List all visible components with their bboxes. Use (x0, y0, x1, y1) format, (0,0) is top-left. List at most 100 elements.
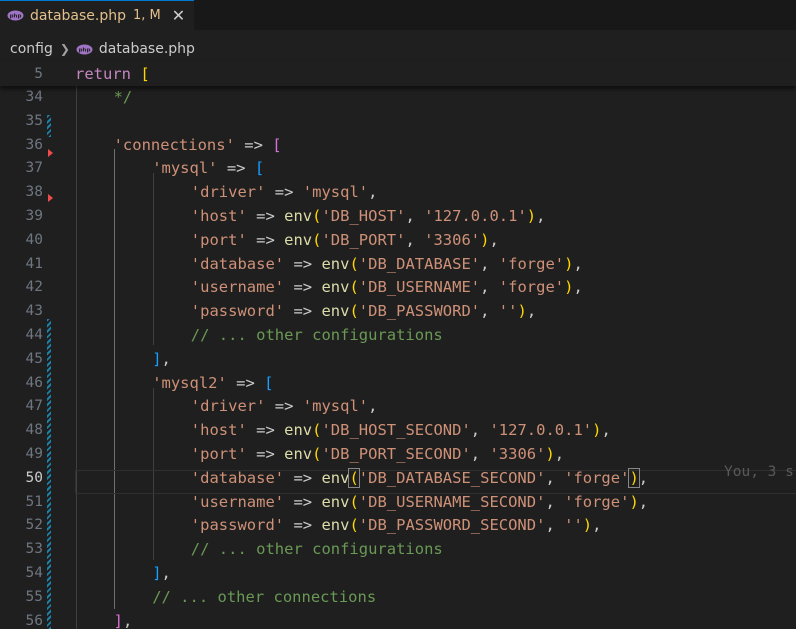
code-token: ] (152, 564, 162, 582)
code-line[interactable]: 38 'driver' => 'mysql', (0, 180, 796, 204)
code-token: 'DB_HOST' (321, 207, 406, 225)
code-token: , (592, 516, 602, 535)
code-token: , (545, 492, 565, 511)
line-number: 56 (25, 612, 43, 629)
code-line[interactable]: 35 (0, 109, 796, 133)
code-token: 'forge' (498, 278, 565, 297)
code-line[interactable]: 49 'port' => env('DB_PORT_SECOND', '3306'… (0, 442, 796, 466)
code-token: '' (498, 302, 518, 321)
line-number: 46 (25, 374, 43, 391)
close-icon[interactable]: ✕ (172, 6, 185, 25)
code-line[interactable]: 53 // ... other configurations (0, 537, 796, 561)
code-line[interactable]: 52 'password' => env('DB_PASSWORD_SECOND'… (0, 513, 796, 537)
tab-filename: database.php (30, 7, 127, 24)
chevron-right-icon: ❯ (59, 42, 70, 56)
code-token: => (246, 445, 285, 463)
code-token: => (234, 135, 273, 154)
code-line[interactable]: 50 'database' => env('DB_DATABASE_SECOND'… (0, 466, 796, 490)
breadcrumb: config ❯ php database.php (0, 36, 796, 62)
code-token: 'DB_PORT_SECOND' (321, 445, 471, 463)
line-number: 5 (34, 66, 43, 82)
code-token: , (526, 302, 537, 321)
code-token: 'connections' (113, 135, 235, 154)
breadcrumb-folder[interactable]: config (10, 41, 53, 57)
code-token: , (480, 278, 499, 297)
svg-text:php: php (10, 14, 22, 20)
code-token: 'driver' (190, 183, 266, 202)
code-token: 'DB_DATABASE_SECOND' (358, 468, 546, 487)
code-token: 'DB_DATABASE' (358, 254, 481, 273)
sticky-scroll-line[interactable]: 5 return [ (0, 62, 796, 86)
code-text: 'host' => env('DB_HOST', '127.0.0.1'), (191, 204, 546, 228)
code-token: ] (152, 349, 162, 368)
code-token: , (368, 183, 378, 202)
line-number: 42 (25, 279, 43, 296)
code-line[interactable]: 54], (0, 561, 796, 585)
line-number: 38 (25, 184, 43, 201)
code-token: , (480, 254, 499, 273)
line-number: 52 (25, 517, 43, 534)
code-token: 'username' (190, 278, 285, 297)
line-number: 39 (25, 208, 43, 224)
git-blame-annotation: You, 3 s (724, 464, 794, 480)
code-text: 'username' => env('DB_USERNAME_SECOND', … (191, 490, 648, 514)
code-text: return [ (75, 62, 150, 86)
code-line[interactable]: 39 'host' => env('DB_HOST', '127.0.0.1'), (0, 204, 796, 228)
code-token: ) (629, 492, 639, 511)
code-token: , (368, 397, 378, 416)
code-token: => (284, 492, 322, 511)
code-token: ) (517, 302, 527, 321)
code-line[interactable]: 42 'username' => env('DB_USERNAME', 'forg… (0, 275, 796, 299)
code-line[interactable]: 37 'mysql' => [ (0, 156, 796, 180)
code-token: 'database' (190, 468, 285, 487)
code-token: 'username' (190, 492, 285, 511)
code-token: => (284, 468, 322, 487)
code-line[interactable]: 56], (0, 609, 796, 629)
code-token: 'password' (190, 302, 285, 321)
code-line[interactable]: 44 // ... other configurations (0, 323, 796, 347)
code-token: , (554, 445, 565, 463)
line-number: 55 (25, 588, 43, 605)
code-token: , (573, 278, 583, 297)
line-number: 48 (25, 422, 43, 439)
code-token: ( (348, 467, 360, 488)
code-token: , (405, 207, 425, 225)
code-token: => (226, 373, 265, 392)
line-number: 47 (25, 398, 43, 415)
breadcrumb-file[interactable]: database.php (99, 41, 195, 57)
code-token: , (638, 492, 649, 511)
code-line[interactable]: 43 'password' => env('DB_PASSWORD', ''), (0, 299, 796, 323)
code-line[interactable]: 55 // ... other connections (0, 585, 796, 609)
code-text: 'password' => env('DB_PASSWORD', ''), (191, 299, 536, 323)
code-line[interactable]: 40 'port' => env('DB_PORT', '3306'), (0, 228, 796, 252)
code-line[interactable]: 45], (0, 347, 796, 371)
code-text: // ... other configurations (191, 323, 443, 347)
code-token: env (284, 230, 313, 249)
code-token: , (161, 564, 171, 582)
line-number: 50 (25, 469, 43, 486)
svg-text:php: php (79, 47, 91, 53)
tab-database-php[interactable]: php database.php 1, M ✕ (0, 0, 194, 30)
code-line[interactable]: 34 */ (0, 86, 796, 109)
code-text: 'connections' => [ (114, 133, 282, 157)
code-line[interactable]: 36 'connections' => [ (0, 133, 796, 157)
code-line[interactable]: 46 'mysql2' => [ (0, 371, 796, 395)
code-text: 'port' => env('DB_PORT_SECOND', '3306'), (191, 442, 564, 466)
code-token: 'driver' (190, 397, 266, 416)
code-token: '3306' (424, 230, 481, 249)
line-number: 45 (25, 350, 43, 367)
code-text: 'mysql2' => [ (152, 371, 273, 395)
code-line[interactable]: 48 'host' => env('DB_HOST_SECOND', '127.0… (0, 418, 796, 442)
code-editor[interactable]: 34 */ 35 36'connections' => [37'mysql' => [… (0, 86, 796, 629)
code-token: , (536, 207, 546, 225)
code-token: ) (628, 467, 640, 488)
code-text: */ (114, 86, 133, 109)
line-number: 35 (25, 112, 43, 129)
code-token: , (545, 468, 565, 487)
code-line[interactable]: 51 'username' => env('DB_USERNAME_SECOND'… (0, 490, 796, 514)
code-line[interactable]: 47 'driver' => 'mysql', (0, 394, 796, 418)
code-token: env (284, 207, 313, 225)
code-line[interactable]: 41 'database' => env('DB_DATABASE', 'forg… (0, 252, 796, 276)
code-token: 'DB_HOST_SECOND' (321, 421, 471, 440)
code-token: 'port' (190, 445, 247, 463)
